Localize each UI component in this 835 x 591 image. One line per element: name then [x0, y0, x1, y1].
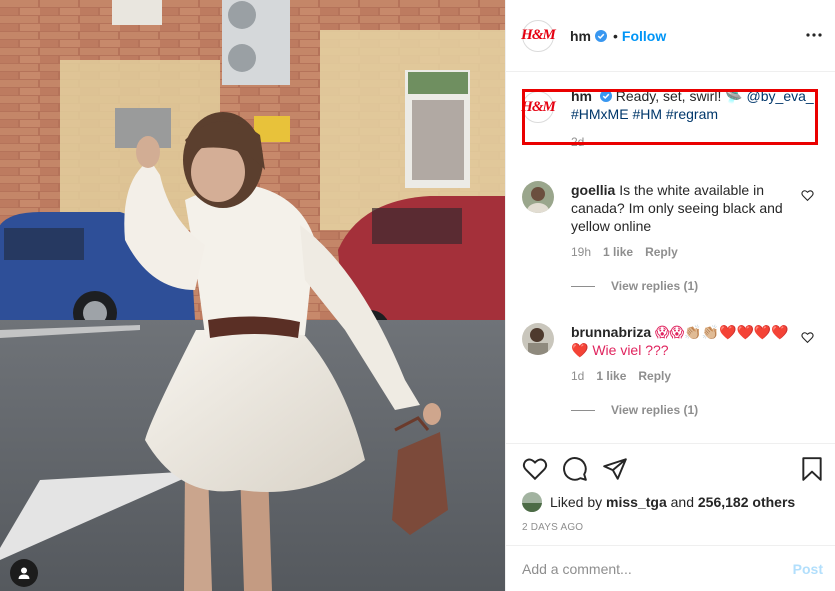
liker-avatar[interactable]	[522, 492, 542, 512]
post-timestamp[interactable]: 2 DAYS AGO	[522, 522, 583, 533]
commenter-avatar[interactable]	[522, 323, 554, 355]
verified-badge-icon	[599, 90, 612, 102]
comments-section[interactable]: H&M hm Ready, set, swirl! 🛸 @by_eva_ #HM…	[506, 73, 835, 443]
comment-body: goellia Is the white available in canada…	[571, 181, 791, 235]
liker-username[interactable]: miss_tga	[606, 494, 667, 510]
commenter-avatar-image	[522, 323, 554, 355]
add-comment-bar: Post	[506, 545, 835, 591]
comment-like-heart-icon[interactable]	[801, 189, 814, 202]
view-replies-label: View replies (1)	[611, 279, 699, 293]
hm-logo: H&M	[521, 27, 556, 43]
likes-summary: Liked by miss_tga and 256,182 others	[522, 492, 795, 512]
bookmark-icon[interactable]	[799, 456, 825, 482]
caption-hashtags[interactable]: #HMxME #HM #regram	[571, 106, 718, 122]
tagged-user-button[interactable]	[10, 559, 38, 587]
caption-body: Ready, set, swirl! 🛸	[615, 88, 747, 104]
comment-body: brunnabriza 😱😱👏🏼👏🏼❤️❤️❤️❤️❤️ Wie viel ??…	[571, 323, 791, 359]
reply-button[interactable]: Reply	[638, 369, 671, 383]
comment-item: goellia Is the white available in canada…	[522, 181, 822, 293]
separator-dot: •	[613, 27, 618, 44]
post-caption: H&M hm Ready, set, swirl! 🛸 @by_eva_ #HM…	[521, 87, 820, 149]
comment-username[interactable]: goellia	[571, 182, 615, 198]
verified-badge-icon	[595, 29, 607, 42]
comment-likes[interactable]: 1 like	[596, 369, 626, 383]
account-avatar[interactable]: H&M	[521, 19, 556, 52]
action-icons-row	[522, 456, 825, 484]
more-options-icon[interactable]	[805, 26, 823, 44]
likes-and: and	[670, 494, 694, 510]
post-side-panel: H&M hm • Follow H&M hm Ready, set, swirl…	[505, 0, 835, 591]
replies-divider	[571, 285, 595, 287]
post-photo[interactable]	[0, 0, 505, 591]
view-replies-button[interactable]: View replies (1)	[571, 403, 822, 417]
comment-meta: 1d 1 like Reply	[571, 369, 822, 383]
caption-timestamp[interactable]: 2d	[571, 135, 820, 149]
comment-bubble-icon[interactable]	[562, 456, 588, 482]
comment-time[interactable]: 19h	[571, 245, 591, 259]
post-header: H&M hm • Follow	[506, 0, 835, 72]
tagged-user-icon	[18, 567, 30, 579]
caption-text: hm Ready, set, swirl! 🛸 @by_eva_ #HMxME …	[571, 87, 820, 123]
caption-avatar[interactable]: H&M	[521, 91, 556, 123]
likes-prefix: Liked by	[550, 494, 603, 510]
post-image	[0, 0, 505, 591]
comment-item: brunnabriza 😱😱👏🏼👏🏼❤️❤️❤️❤️❤️ Wie viel ??…	[522, 323, 822, 417]
commenter-avatar[interactable]	[522, 181, 554, 213]
paper-plane-icon[interactable]	[602, 456, 628, 482]
reply-button[interactable]: Reply	[645, 245, 678, 259]
liker-avatar-image	[522, 492, 542, 512]
likes-others[interactable]: 256,182 others	[698, 494, 795, 510]
hm-logo: H&M	[521, 98, 556, 115]
comment-meta: 19h 1 like Reply	[571, 245, 822, 259]
heart-icon[interactable]	[522, 456, 548, 482]
account-username[interactable]: hm	[570, 28, 591, 44]
comment-like-heart-icon[interactable]	[801, 331, 814, 344]
replies-divider	[571, 409, 595, 411]
comment-username[interactable]: brunnabriza	[571, 324, 651, 340]
comment-likes[interactable]: 1 like	[603, 245, 633, 259]
comment-time[interactable]: 1d	[571, 369, 584, 383]
commenter-avatar-image	[522, 181, 554, 213]
comment-input[interactable]	[522, 560, 793, 577]
post-actions: Liked by miss_tga and 256,182 others 2 D…	[506, 443, 835, 545]
view-replies-label: View replies (1)	[611, 403, 699, 417]
caption-username[interactable]: hm	[571, 88, 592, 104]
post-comment-button[interactable]: Post	[793, 561, 823, 577]
view-replies-button[interactable]: View replies (1)	[571, 279, 822, 293]
caption-mention-link[interactable]: @by_eva_	[747, 88, 814, 104]
follow-button[interactable]: Follow	[622, 28, 666, 44]
